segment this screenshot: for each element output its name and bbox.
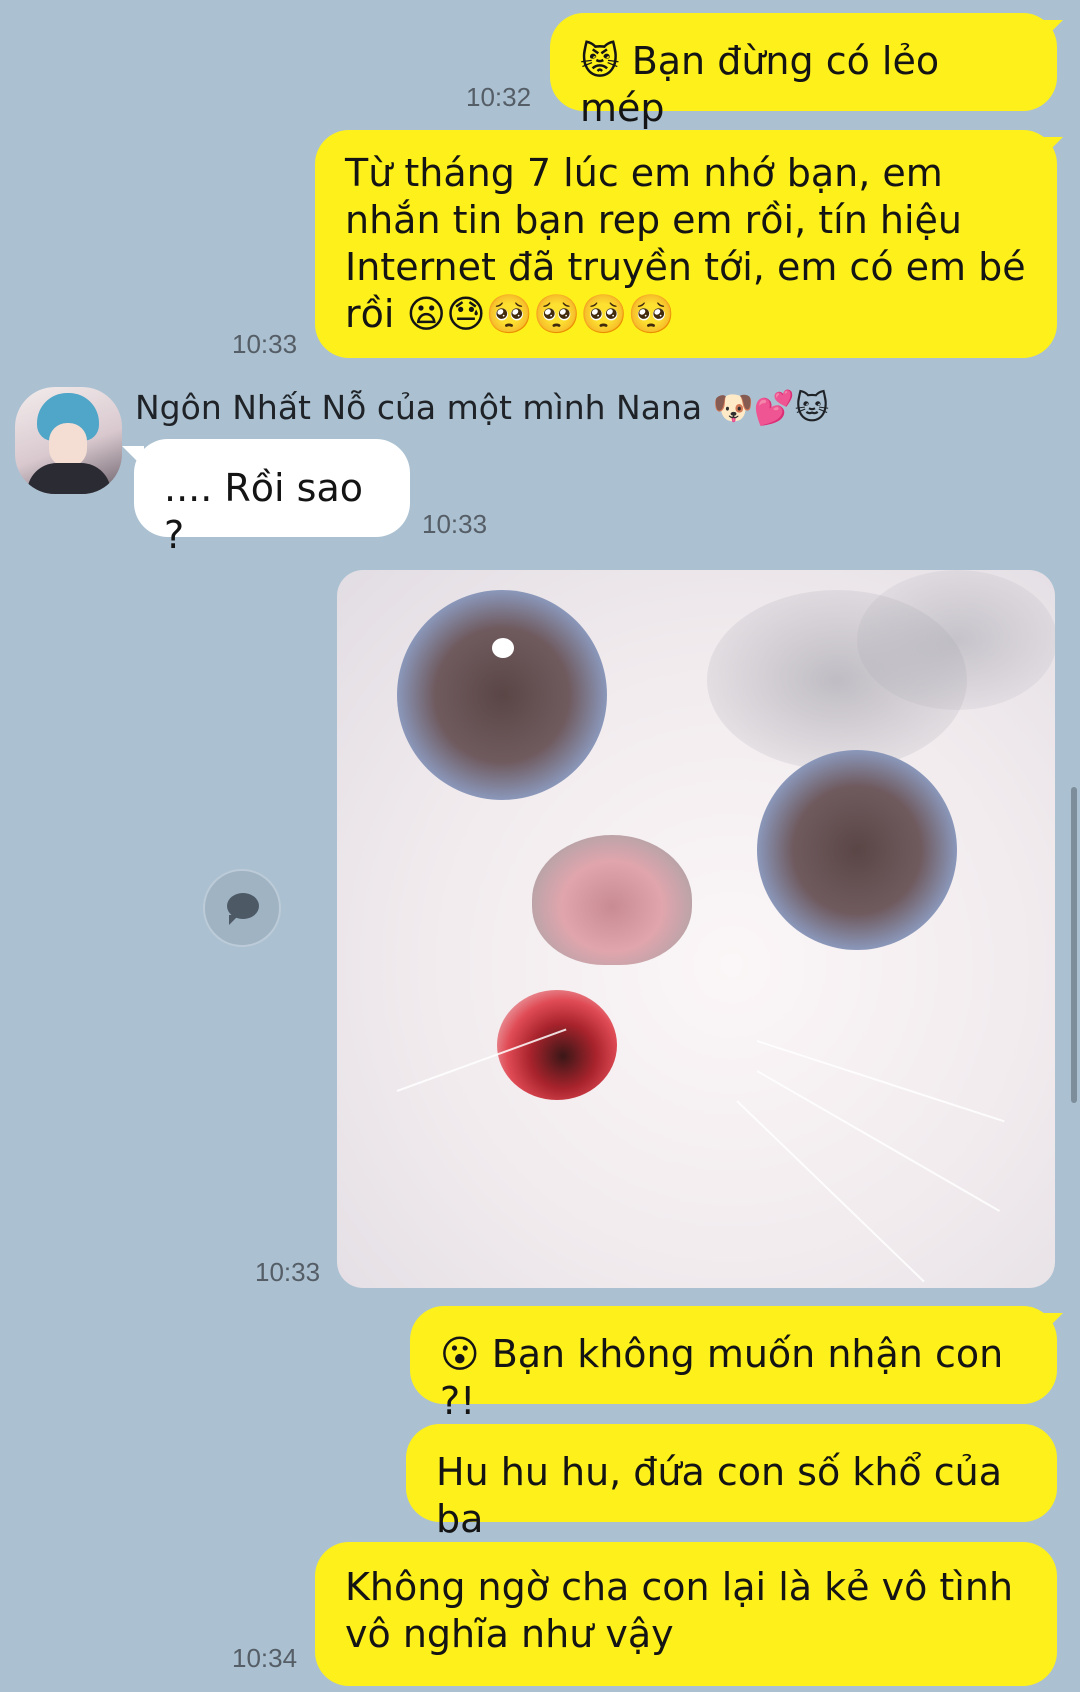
contact-avatar[interactable] <box>15 387 122 494</box>
message-time: 10:32 <box>466 82 532 112</box>
message-text: 😾 Bạn đừng có lẻo mép <box>580 39 940 130</box>
message-bubble-outgoing[interactable]: 😮 Bạn không muốn nhận con ?! <box>410 1306 1057 1423</box>
message-time: 10:33 <box>232 329 298 359</box>
message-text: Từ tháng 7 lúc em nhớ bạn, em nhắn tin b… <box>345 151 1026 336</box>
message-time: 10:33 <box>255 1257 321 1287</box>
message-time: 10:34 <box>232 1643 298 1673</box>
message-time: 10:33 <box>422 509 488 539</box>
white-cat-surprised-photo[interactable] <box>337 570 1055 1288</box>
message-bubble-outgoing[interactable]: 😾 Bạn đừng có lẻo mép <box>550 13 1057 130</box>
chat-bubble-icon[interactable] <box>203 869 281 947</box>
message-bubble-outgoing[interactable]: Hu hu hu, đứa con số khổ của ba <box>406 1424 1057 1541</box>
message-bubble-outgoing[interactable]: Không ngờ cha con lại là kẻ vô tình vô n… <box>315 1542 1057 1686</box>
message-text: .... Rồi sao ? <box>164 466 364 557</box>
scrollbar[interactable] <box>1071 787 1077 1103</box>
message-bubble-incoming[interactable]: .... Rồi sao ? <box>134 439 410 557</box>
message-bubble-outgoing[interactable]: Từ tháng 7 lúc em nhớ bạn, em nhắn tin b… <box>315 130 1057 358</box>
message-text: 😮 Bạn không muốn nhận con ?! <box>440 1332 1004 1423</box>
message-text: Hu hu hu, đứa con số khổ của ba <box>436 1450 1002 1541</box>
sender-name: Ngôn Nhất Nỗ của một mình Nana 🐶💕🐱 <box>135 388 830 427</box>
message-text: Không ngờ cha con lại là kẻ vô tình vô n… <box>345 1565 1014 1656</box>
